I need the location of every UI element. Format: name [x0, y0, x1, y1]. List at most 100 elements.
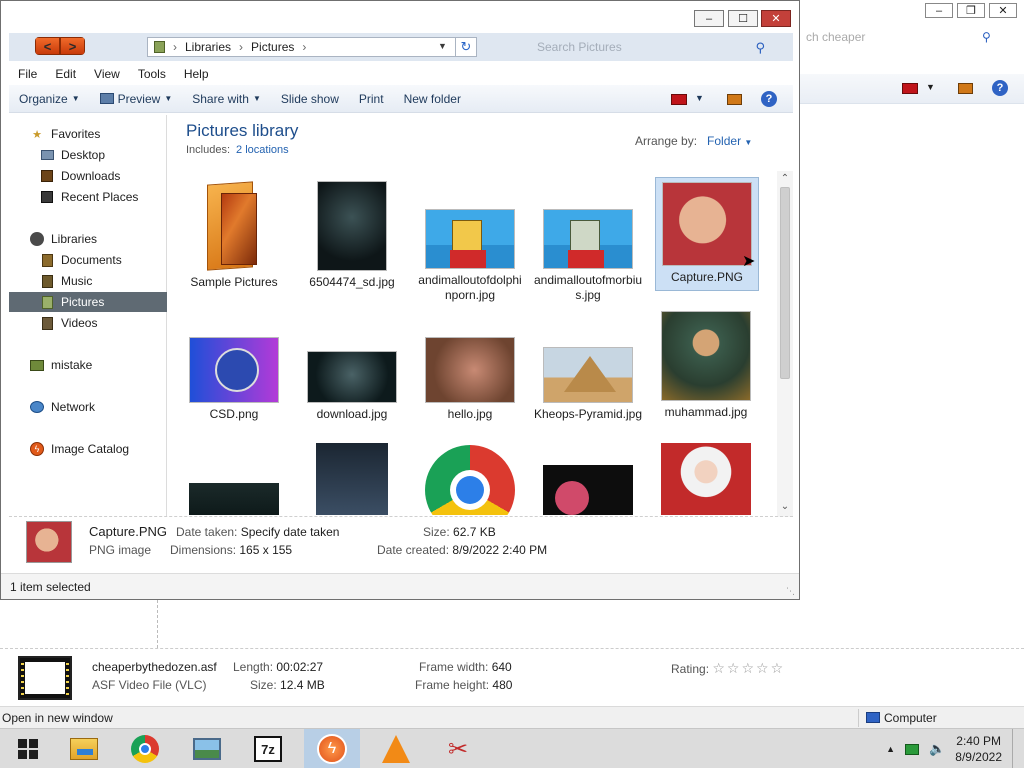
file-item-kheops-pyramid[interactable]: Kheops-Pyramid.jpg: [533, 311, 643, 422]
background-close-button[interactable]: ✕: [989, 3, 1017, 18]
resize-grip-icon[interactable]: ⋱: [786, 586, 795, 597]
organize-button[interactable]: Organize ▼: [19, 92, 80, 106]
background-search-input[interactable]: ch cheaper ⚲: [800, 28, 1000, 48]
show-desktop-button[interactable]: [1012, 729, 1016, 768]
taskbar-snipping-tool[interactable]: ✂: [430, 729, 486, 768]
background-help-icon[interactable]: ?: [992, 80, 1008, 96]
start-button[interactable]: [0, 729, 56, 768]
background-preview-pane-icon[interactable]: [958, 83, 973, 94]
background-minimize-button[interactable]: –: [925, 3, 953, 18]
taskbar-file-explorer[interactable]: [56, 729, 112, 768]
refresh-button[interactable]: ↻: [455, 37, 477, 57]
file-item-andimalloutofmorbius[interactable]: andimalloutofmorbius.jpg: [533, 181, 643, 303]
date-taken-value[interactable]: Specify date taken: [241, 525, 340, 539]
nav-videos[interactable]: Videos: [39, 313, 167, 333]
preview-pane-icon[interactable]: [727, 94, 742, 105]
change-view-icon[interactable]: [671, 94, 687, 105]
nav-pictures[interactable]: Pictures: [9, 292, 167, 312]
nav-favorites[interactable]: ★ Favorites: [29, 124, 167, 144]
nav-network[interactable]: Network: [29, 397, 167, 417]
file-item-muhammad[interactable]: muhammad.jpg: [651, 311, 761, 420]
date-created-label: Date created:: [377, 543, 450, 557]
taskbar-7zip[interactable]: 7z: [240, 729, 296, 768]
breadcrumb-separator-icon[interactable]: ›: [173, 40, 177, 54]
background-restore-button[interactable]: ❐: [957, 3, 985, 18]
breadcrumb-libraries[interactable]: Libraries: [185, 40, 231, 54]
background-view-icon[interactable]: [902, 83, 918, 94]
volume-icon[interactable]: 🔈: [929, 741, 945, 757]
file-item-sample-pictures[interactable]: Sample Pictures: [179, 181, 289, 290]
nav-libraries[interactable]: Libraries: [29, 229, 167, 249]
close-button[interactable]: ✕: [761, 10, 791, 27]
window-titlebar[interactable]: – ☐ ✕: [1, 1, 799, 33]
taskbar-chrome[interactable]: [117, 729, 173, 768]
address-bar[interactable]: › Libraries › Pictures › ▼: [147, 37, 477, 57]
file-name: 6504474_sd.jpg: [309, 275, 395, 289]
back-button[interactable]: <: [35, 37, 60, 55]
file-item-partial[interactable]: [543, 465, 633, 515]
arrange-by-value: Folder: [707, 134, 742, 148]
background-search-icon[interactable]: ⚲: [982, 30, 991, 44]
taskbar-vlc[interactable]: [368, 729, 424, 768]
file-item-hello[interactable]: hello.jpg: [415, 311, 525, 422]
breadcrumb-pictures[interactable]: Pictures: [251, 40, 294, 54]
background-view-caret-icon[interactable]: ▼: [926, 82, 935, 92]
image-thumbnail: [543, 209, 633, 269]
taskbar-photo-viewer[interactable]: [179, 729, 235, 768]
preview-button[interactable]: Preview ▼: [99, 92, 172, 106]
menu-view[interactable]: View: [85, 67, 129, 81]
file-item-capture[interactable]: Capture.PNG ➤: [655, 177, 759, 291]
slide-show-button[interactable]: Slide show: [281, 92, 339, 106]
rating-stars[interactable]: ☆☆☆☆☆: [712, 660, 785, 676]
file-item-partial[interactable]: [661, 443, 751, 515]
menu-bar: File Edit View Tools Help: [9, 63, 793, 85]
vertical-scrollbar[interactable]: ⌃ ⌄: [777, 171, 793, 517]
locations-link[interactable]: 2 locations: [236, 144, 289, 156]
file-item-partial[interactable]: [425, 445, 515, 515]
menu-tools[interactable]: Tools: [129, 67, 175, 81]
tray-overflow-icon[interactable]: ▲: [886, 744, 895, 754]
file-item-download[interactable]: download.jpg: [297, 311, 407, 422]
search-icon[interactable]: ⚲: [755, 40, 765, 56]
videos-icon: [39, 316, 55, 330]
organize-label: Organize: [19, 91, 68, 106]
file-item-csd[interactable]: CSD.png: [179, 311, 289, 422]
photo-viewer-icon: [193, 738, 221, 760]
nav-downloads[interactable]: Downloads: [39, 166, 167, 186]
nav-recent-places[interactable]: Recent Places: [39, 187, 167, 207]
menu-edit[interactable]: Edit: [46, 67, 85, 81]
arrange-by-dropdown[interactable]: Folder ▼: [707, 134, 752, 148]
network-status-icon[interactable]: [905, 743, 920, 755]
nav-documents[interactable]: Documents: [39, 250, 167, 270]
breadcrumb-separator-icon[interactable]: ›: [302, 40, 306, 54]
scroll-thumb[interactable]: [780, 187, 790, 379]
taskbar-image-catalog[interactable]: ϟ: [304, 729, 360, 768]
minimize-button[interactable]: –: [694, 10, 724, 27]
file-item-andimalloutofdolphinporn[interactable]: andimalloutofdolphinporn.jpg: [415, 181, 525, 303]
nav-image-catalog[interactable]: ϟ Image Catalog: [29, 439, 167, 459]
menu-help[interactable]: Help: [175, 67, 218, 81]
file-item-partial[interactable]: [189, 483, 279, 515]
print-button[interactable]: Print: [359, 92, 384, 106]
view-options-chevron-down-icon[interactable]: ▼: [695, 93, 704, 103]
dimensions-value: 165 x 155: [239, 543, 293, 557]
scroll-up-icon[interactable]: ⌃: [779, 173, 791, 184]
search-input[interactable]: Search Pictures ⚲: [529, 37, 773, 57]
file-item-partial[interactable]: [316, 443, 388, 515]
scroll-down-icon[interactable]: ⌄: [779, 501, 791, 512]
file-item-6504474-sd[interactable]: 6504474_sd.jpg: [297, 181, 407, 290]
breadcrumb-separator-icon[interactable]: ›: [239, 40, 243, 54]
nav-desktop[interactable]: Desktop: [39, 145, 167, 165]
size-label: Size:: [423, 525, 450, 539]
share-with-button[interactable]: Share with ▼: [192, 92, 261, 106]
help-icon[interactable]: ?: [761, 91, 777, 107]
nav-music[interactable]: Music: [39, 271, 167, 291]
clock[interactable]: 2:40 PM 8/9/2022: [955, 733, 1002, 765]
maximize-button[interactable]: ☐: [728, 10, 758, 27]
recent-places-icon: [39, 190, 55, 204]
address-dropdown-icon[interactable]: ▼: [438, 41, 447, 51]
forward-button[interactable]: >: [60, 37, 85, 55]
new-folder-button[interactable]: New folder: [404, 92, 461, 106]
menu-file[interactable]: File: [9, 67, 46, 81]
nav-mistake[interactable]: mistake: [29, 355, 167, 375]
